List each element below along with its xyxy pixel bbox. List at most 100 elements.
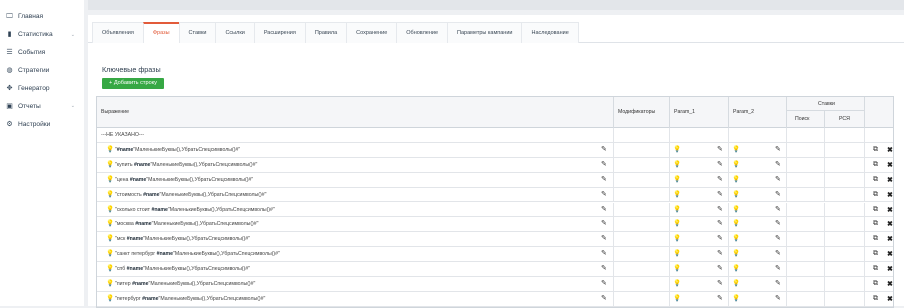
edit-icon[interactable]: ✎	[775, 220, 783, 228]
lightbulb-icon[interactable]: 💡	[106, 265, 114, 273]
expression-text[interactable]: "санкт петербург #name"МаленькиеБуквы(),…	[115, 251, 280, 257]
tab-0[interactable]: Объявления	[92, 22, 144, 43]
delete-icon[interactable]: ✖	[887, 295, 893, 303]
lightbulb-icon[interactable]: 💡	[673, 191, 681, 199]
edit-icon[interactable]: ✎	[717, 161, 725, 169]
sidebar-item-3[interactable]: ◍ Стратегии	[0, 62, 84, 80]
copy-icon[interactable]: ⧉	[873, 161, 878, 169]
expression-text[interactable]: "цена #name"МаленькиеБуквы(),УбратьСпецс…	[115, 177, 253, 183]
expression-text[interactable]: "питер #name"МаленькиеБуквы(),УбратьСпец…	[115, 281, 255, 287]
edit-icon[interactable]: ✎	[601, 280, 609, 288]
lightbulb-icon[interactable]: 💡	[106, 191, 114, 199]
expression-text[interactable]: "москва #name"МаленькиеБуквы(),УбратьСпе…	[115, 221, 259, 227]
delete-icon[interactable]: ✖	[887, 176, 893, 184]
lightbulb-icon[interactable]: 💡	[106, 146, 114, 154]
copy-icon[interactable]: ⧉	[873, 206, 878, 214]
tab-3[interactable]: Ссылки	[215, 22, 255, 43]
edit-icon[interactable]: ✎	[775, 280, 783, 288]
expression-text[interactable]: "сколько стоит #name"МаленькиеБуквы(),Уб…	[115, 207, 275, 213]
chevron-down-icon[interactable]: ⌄	[71, 103, 75, 109]
edit-icon[interactable]: ✎	[717, 146, 725, 154]
edit-icon[interactable]: ✎	[601, 206, 609, 214]
copy-icon[interactable]: ⧉	[873, 146, 878, 154]
edit-icon[interactable]: ✎	[717, 206, 725, 214]
lightbulb-icon[interactable]: 💡	[106, 176, 114, 184]
copy-icon[interactable]: ⧉	[873, 220, 878, 228]
lightbulb-icon[interactable]: 💡	[106, 220, 114, 228]
edit-icon[interactable]: ✎	[717, 280, 725, 288]
delete-icon[interactable]: ✖	[887, 146, 893, 154]
delete-icon[interactable]: ✖	[887, 206, 893, 214]
edit-icon[interactable]: ✎	[717, 265, 725, 273]
edit-icon[interactable]: ✎	[775, 206, 783, 214]
header-search[interactable]: Поиск	[787, 111, 825, 128]
lightbulb-icon[interactable]: 💡	[106, 206, 114, 214]
tab-1[interactable]: Фразы	[142, 22, 180, 43]
sidebar-item-5[interactable]: ▣ Отчеты ⌄	[0, 97, 84, 115]
lightbulb-icon[interactable]: 💡	[732, 250, 740, 258]
lightbulb-icon[interactable]: 💡	[673, 250, 681, 258]
sidebar-item-1[interactable]: ▮ Статистика ⌄	[0, 26, 84, 44]
edit-icon[interactable]: ✎	[775, 146, 783, 154]
expression-text[interactable]: "петербург #name"МаленькиеБуквы(),Убрать…	[115, 296, 265, 302]
expression-text[interactable]: ---НЕ УКАЗАНО---	[101, 132, 144, 138]
delete-icon[interactable]: ✖	[887, 235, 893, 243]
header-param1[interactable]: Param_1	[670, 97, 729, 128]
expression-text[interactable]: "спб #name"МаленькиеБуквы(),УбратьСпецси…	[115, 266, 250, 272]
edit-icon[interactable]: ✎	[717, 176, 725, 184]
expression-text[interactable]: "мск #name"МаленькиеБуквы(),УбратьСпецси…	[115, 236, 250, 242]
copy-icon[interactable]: ⧉	[873, 235, 878, 243]
lightbulb-icon[interactable]: 💡	[732, 220, 740, 228]
sidebar-item-0[interactable]: 🖵 Главная	[0, 8, 84, 26]
header-rsya[interactable]: РСЯ	[825, 111, 865, 128]
edit-icon[interactable]: ✎	[601, 235, 609, 243]
lightbulb-icon[interactable]: 💡	[732, 176, 740, 184]
edit-icon[interactable]: ✎	[717, 250, 725, 258]
lightbulb-icon[interactable]: 💡	[732, 191, 740, 199]
add-row-button[interactable]: + Добавить строку	[102, 78, 164, 89]
lightbulb-icon[interactable]: 💡	[732, 161, 740, 169]
lightbulb-icon[interactable]: 💡	[673, 220, 681, 228]
edit-icon[interactable]: ✎	[775, 235, 783, 243]
lightbulb-icon[interactable]: 💡	[106, 250, 114, 258]
expression-text[interactable]: "купить #name"МаленькиеБуквы(),УбратьСпе…	[115, 162, 257, 168]
tab-7[interactable]: Обновление	[396, 22, 449, 43]
edit-icon[interactable]: ✎	[717, 191, 725, 199]
edit-icon[interactable]: ✎	[775, 176, 783, 184]
header-expression[interactable]: Выражение	[97, 97, 614, 128]
delete-icon[interactable]: ✖	[887, 191, 893, 199]
lightbulb-icon[interactable]: 💡	[732, 280, 740, 288]
chevron-down-icon[interactable]: ⌄	[71, 32, 75, 38]
edit-icon[interactable]: ✎	[775, 250, 783, 258]
delete-icon[interactable]: ✖	[887, 161, 893, 169]
edit-icon[interactable]: ✎	[601, 176, 609, 184]
delete-icon[interactable]: ✖	[887, 220, 893, 228]
edit-icon[interactable]: ✎	[601, 265, 609, 273]
edit-icon[interactable]: ✎	[601, 191, 609, 199]
copy-icon[interactable]: ⧉	[873, 250, 878, 258]
header-param2[interactable]: Param_2	[729, 97, 787, 128]
lightbulb-icon[interactable]: 💡	[673, 206, 681, 214]
edit-icon[interactable]: ✎	[601, 220, 609, 228]
sidebar-item-2[interactable]: ☰ События	[0, 44, 84, 62]
delete-icon[interactable]: ✖	[887, 250, 893, 258]
header-modifiers[interactable]: Модификаторы	[614, 97, 670, 128]
copy-icon[interactable]: ⧉	[873, 191, 878, 199]
edit-icon[interactable]: ✎	[717, 220, 725, 228]
lightbulb-icon[interactable]: 💡	[732, 265, 740, 273]
lightbulb-icon[interactable]: 💡	[106, 235, 114, 243]
tab-9[interactable]: Наследование	[521, 22, 579, 43]
lightbulb-icon[interactable]: 💡	[106, 280, 114, 288]
delete-icon[interactable]: ✖	[887, 280, 893, 288]
lightbulb-icon[interactable]: 💡	[673, 146, 681, 154]
tab-8[interactable]: Параметры кампании	[447, 22, 523, 43]
edit-icon[interactable]: ✎	[775, 295, 783, 303]
lightbulb-icon[interactable]: 💡	[106, 295, 114, 303]
lightbulb-icon[interactable]: 💡	[732, 295, 740, 303]
copy-icon[interactable]: ⧉	[873, 265, 878, 273]
lightbulb-icon[interactable]: 💡	[732, 235, 740, 243]
edit-icon[interactable]: ✎	[775, 191, 783, 199]
lightbulb-icon[interactable]: 💡	[673, 295, 681, 303]
sidebar-item-6[interactable]: ⚙ Настройки	[0, 115, 84, 133]
edit-icon[interactable]: ✎	[601, 161, 609, 169]
